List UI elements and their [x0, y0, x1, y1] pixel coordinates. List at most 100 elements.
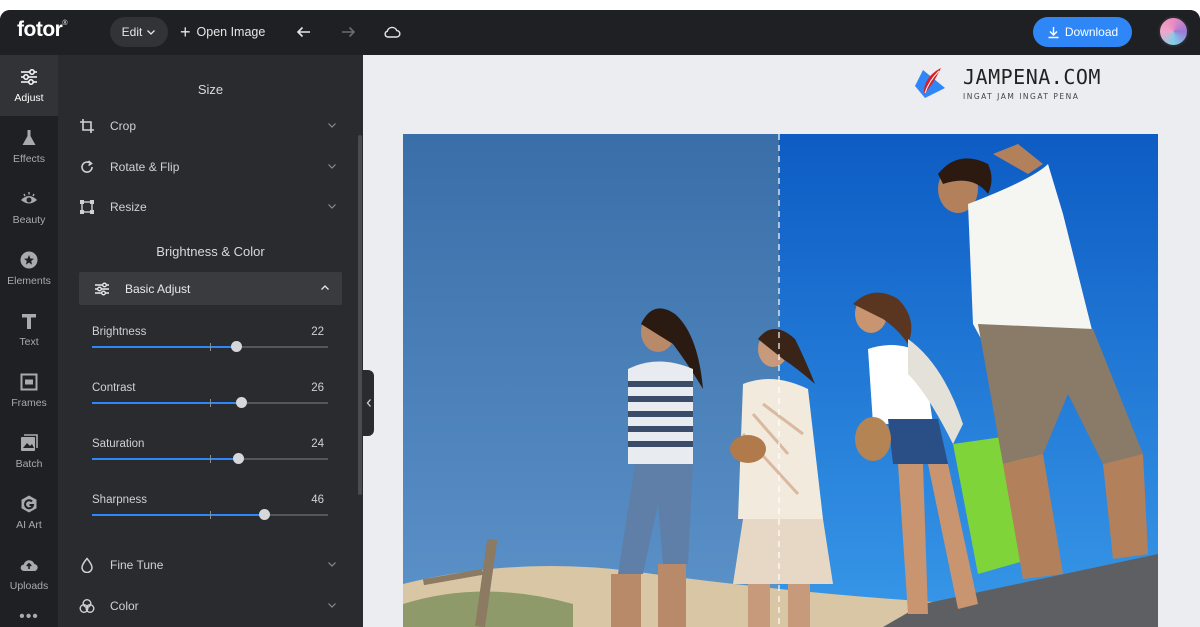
edit-menu-button[interactable]: Edit [110, 17, 168, 47]
chevron-down-icon [328, 204, 336, 209]
photo-preview[interactable] [403, 134, 1158, 627]
open-image-label: Open Image [196, 25, 266, 39]
color-tool[interactable]: Color [78, 589, 343, 623]
slider-center-tick [210, 511, 211, 519]
resize-tool[interactable]: Resize [78, 190, 343, 224]
top-bar: fotor® Edit + Open Image Download [0, 10, 1200, 55]
tool-label: Rotate & Flip [110, 160, 180, 174]
editor-window: fotor® Edit + Open Image Download Adjust [0, 10, 1200, 627]
resize-icon [78, 198, 96, 216]
brightness-slider[interactable]: Brightness 22 [92, 326, 328, 366]
rail-item-adjust[interactable]: Adjust [0, 55, 58, 116]
slider-center-tick [210, 399, 211, 407]
panel-scrollbar[interactable] [358, 135, 362, 495]
slider-handle[interactable] [233, 453, 245, 464]
slider-fill [92, 458, 239, 460]
slider-value: 26 [311, 382, 324, 394]
rail-item-uploads[interactable]: Uploads [0, 543, 58, 604]
rail-label: Elements [7, 275, 51, 287]
edit-label: Edit [121, 25, 143, 39]
tool-label: Crop [110, 119, 137, 133]
star-icon [20, 251, 38, 269]
fotor-logo[interactable]: fotor® [17, 18, 67, 42]
user-avatar[interactable] [1158, 16, 1189, 47]
rail-item-frames[interactable]: Frames [0, 360, 58, 421]
jampena-logo-icon [915, 68, 945, 98]
crop-icon [78, 117, 96, 135]
sliders-icon [93, 280, 111, 298]
crop-tool[interactable]: Crop [78, 109, 343, 143]
tool-label: Color [110, 599, 139, 613]
chevron-left-icon [366, 399, 371, 407]
tool-rail: Adjust Effects Beauty Elements Text Fram… [0, 55, 58, 627]
rail-label: Beauty [12, 214, 46, 226]
photo-image [403, 134, 1158, 627]
watermark-title: JAMPENA.COM [963, 65, 1101, 89]
slider-track[interactable] [92, 397, 328, 408]
adjust-panel: Size Crop Rotate & Flip Resize Brightnes… [58, 55, 363, 627]
slider-label: Sharpness [92, 494, 147, 506]
rail-label: Uploads [9, 580, 49, 592]
slider-fill [92, 514, 265, 516]
slider-center-tick [210, 455, 211, 463]
tool-label: Resize [110, 200, 147, 214]
slider-fill [92, 346, 236, 348]
rail-label: Effects [13, 153, 45, 165]
upload-cloud-icon [20, 560, 38, 572]
slider-track[interactable] [92, 341, 328, 352]
chevron-down-icon [328, 562, 336, 567]
chevron-down-icon [328, 164, 336, 169]
slider-handle[interactable] [259, 509, 271, 520]
slider-label: Contrast [92, 382, 136, 394]
slider-value: 22 [311, 326, 324, 338]
batch-icon [21, 434, 38, 451]
watermark-tagline: INGAT JAM INGAT PENA [963, 92, 1080, 101]
chevron-up-icon [321, 285, 329, 290]
undo-icon[interactable] [294, 22, 314, 42]
basic-adjust-header[interactable]: Basic Adjust [79, 272, 342, 305]
rail-item-elements[interactable]: Elements [0, 238, 58, 299]
rail-label: Adjust [14, 92, 44, 104]
slider-track[interactable] [92, 509, 328, 520]
saturation-slider[interactable]: Saturation 24 [92, 438, 328, 478]
slider-handle[interactable] [230, 341, 242, 352]
jampena-watermark: JAMPENA.COM INGAT JAM INGAT PENA [911, 64, 1101, 102]
download-button[interactable]: Download [1033, 17, 1132, 47]
droplet-icon [78, 556, 96, 574]
rail-item-batch[interactable]: Batch [0, 421, 58, 482]
chevron-down-icon [147, 30, 156, 35]
fine-tune-tool[interactable]: Fine Tune [78, 548, 343, 582]
rail-item-beauty[interactable]: Beauty [0, 177, 58, 238]
redo-icon[interactable] [338, 22, 358, 42]
download-label: Download [1064, 25, 1119, 39]
rail-item-effects[interactable]: Effects [0, 116, 58, 177]
tool-label: Fine Tune [110, 558, 164, 572]
sharpness-slider[interactable]: Sharpness 46 [92, 494, 328, 534]
more-tools-icon[interactable]: ••• [0, 608, 58, 626]
flask-icon [22, 130, 36, 145]
download-icon [1048, 26, 1059, 38]
frame-icon [20, 373, 38, 391]
text-icon [22, 314, 36, 329]
ai-art-icon [21, 495, 37, 513]
contrast-slider[interactable]: Contrast 26 [92, 382, 328, 422]
slider-label: Brightness [92, 326, 147, 338]
chevron-down-icon [328, 123, 336, 128]
rail-item-text[interactable]: Text [0, 299, 58, 360]
panel-collapse-toggle[interactable] [363, 370, 374, 436]
rail-label: Frames [11, 397, 47, 409]
slider-track[interactable] [92, 453, 328, 464]
rail-item-ai-art[interactable]: AI Art [0, 482, 58, 543]
size-section-title: Size [197, 82, 224, 97]
basic-adjust-label: Basic Adjust [125, 281, 191, 296]
canvas-area: JAMPENA.COM INGAT JAM INGAT PENA [363, 55, 1200, 627]
slider-value: 46 [311, 494, 324, 506]
eye-icon [21, 192, 37, 204]
open-image-button[interactable]: + Open Image [180, 18, 265, 46]
cloud-save-icon[interactable] [382, 22, 402, 42]
sliders-icon [21, 69, 37, 85]
rotate-flip-tool[interactable]: Rotate & Flip [78, 150, 343, 184]
rotate-icon [78, 158, 96, 176]
slider-handle[interactable] [235, 397, 247, 408]
rail-label: Batch [15, 458, 43, 470]
